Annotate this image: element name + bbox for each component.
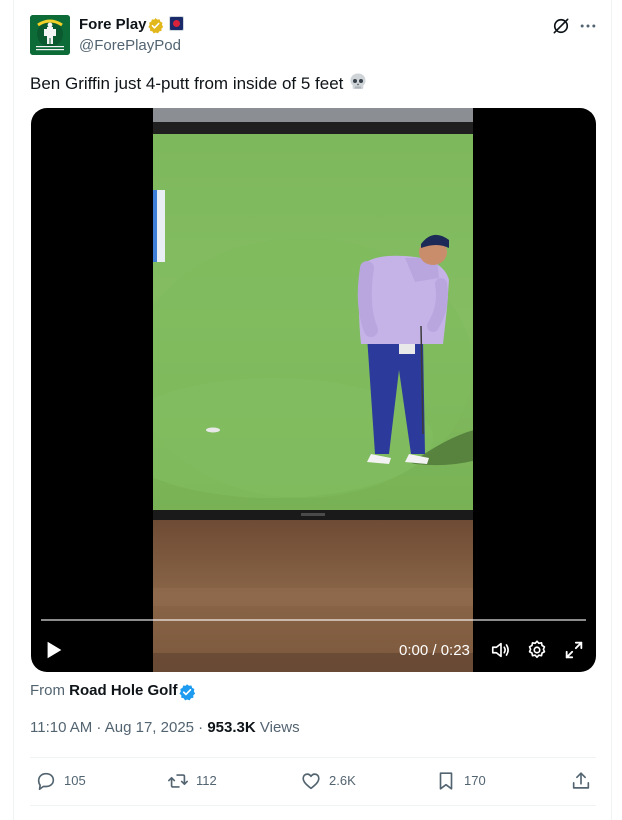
tweet-body: Ben Griffin just 4-putt from inside of 5… bbox=[30, 74, 344, 93]
heart-icon bbox=[302, 773, 320, 790]
views-count: 953.3K bbox=[207, 719, 256, 736]
tweet-text: Ben Griffin just 4-putt from inside of 5… bbox=[30, 72, 368, 95]
verified-gold-badge-icon[interactable] bbox=[147, 17, 164, 34]
share-button[interactable] bbox=[570, 770, 592, 792]
reply-icon bbox=[37, 772, 55, 791]
settings-gear-icon[interactable] bbox=[526, 639, 548, 661]
skull-emoji-icon bbox=[350, 73, 366, 89]
avatar[interactable] bbox=[30, 15, 70, 55]
divider bbox=[30, 805, 596, 806]
retweet-button[interactable]: 112 bbox=[167, 770, 217, 792]
video-frame bbox=[153, 108, 473, 672]
attribution-prefix: From bbox=[30, 682, 65, 699]
bookmark-icon bbox=[439, 772, 453, 790]
media-attribution: From Road Hole Golf bbox=[30, 681, 178, 701]
attribution-source-link[interactable]: Road Hole Golf bbox=[69, 682, 177, 699]
tweet-meta: 11:10 AM · Aug 17, 2025 · 953.3K Views bbox=[30, 718, 300, 738]
reply-count: 105 bbox=[64, 773, 86, 788]
divider bbox=[30, 757, 596, 758]
display-name[interactable]: Fore Play bbox=[79, 15, 147, 35]
retweet-icon bbox=[168, 774, 188, 788]
bookmark-button[interactable]: 170 bbox=[435, 770, 486, 792]
affiliate-badge-icon[interactable] bbox=[169, 16, 184, 31]
share-icon bbox=[572, 772, 590, 789]
user-handle[interactable]: @ForePlayPod bbox=[79, 36, 181, 56]
like-button[interactable]: 2.6K bbox=[300, 770, 356, 792]
fullscreen-icon[interactable] bbox=[563, 639, 585, 661]
reply-button[interactable]: 105 bbox=[35, 770, 86, 792]
more-dots-icon[interactable] bbox=[578, 16, 598, 36]
video-time: 0:00 / 0:23 bbox=[399, 642, 470, 659]
like-count: 2.6K bbox=[329, 773, 356, 788]
video-progress-bar[interactable] bbox=[41, 619, 586, 621]
views-label: Views bbox=[255, 719, 300, 736]
volume-icon[interactable] bbox=[490, 639, 512, 661]
bookmark-count: 170 bbox=[464, 773, 486, 788]
grok-icon[interactable] bbox=[551, 16, 571, 36]
card-border bbox=[13, 0, 14, 820]
card-border bbox=[611, 0, 612, 820]
timestamp-link[interactable]: 11:10 AM · Aug 17, 2025 · bbox=[30, 719, 207, 736]
retweet-count: 112 bbox=[196, 773, 217, 788]
verified-blue-badge-icon bbox=[179, 684, 196, 701]
video-player[interactable]: 0:00 / 0:23 bbox=[31, 108, 596, 672]
play-icon[interactable] bbox=[43, 639, 65, 661]
